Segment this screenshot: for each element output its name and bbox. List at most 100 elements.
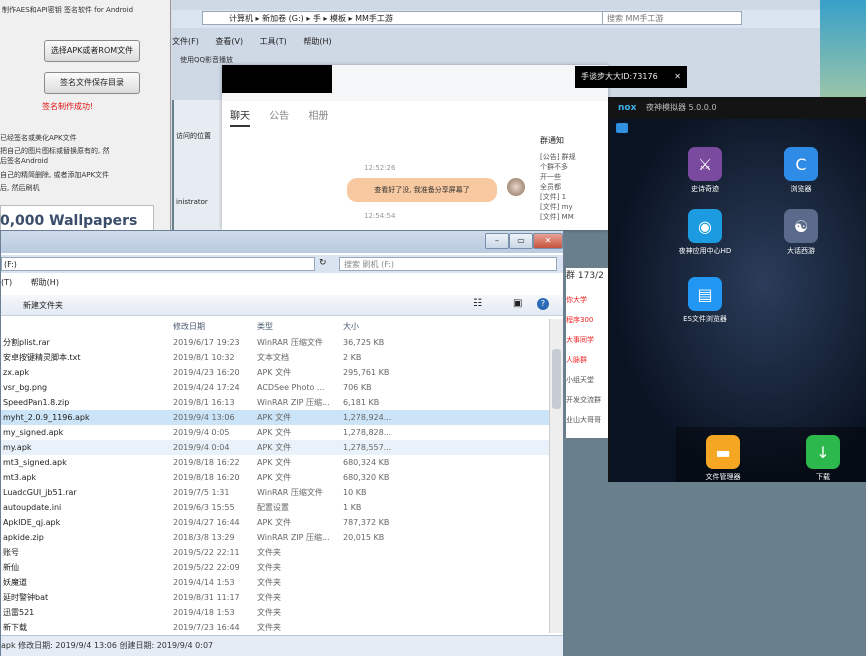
close-icon[interactable]: ✕	[533, 233, 563, 249]
select-apk-button[interactable]: 选择APK或者ROM文件	[44, 40, 140, 62]
tab-chat[interactable]: 聊天	[230, 111, 250, 127]
file-type: APK 文件	[257, 413, 292, 422]
file-name: my_signed.apk	[3, 428, 64, 437]
nav-item[interactable]: inistrator	[176, 198, 208, 206]
app-label: ES文件浏览器	[683, 315, 727, 323]
file-name: ApkIDE_qj.apk	[3, 518, 61, 527]
close-icon[interactable]: ✕	[674, 66, 681, 88]
file-row[interactable]: myht_2.0.9_1196.apk 2019/9/4 13:06 APK 文件 1…	[1, 410, 549, 425]
file-date: 2019/6/3 15:55	[173, 503, 235, 512]
nav-item[interactable]: 访问的位置	[176, 131, 211, 141]
download-icon: ↓	[806, 435, 840, 469]
file-date: 2019/4/23 16:20	[173, 368, 240, 377]
member-item[interactable]: 开发交流群	[566, 395, 608, 405]
menu-help[interactable]: 帮助(H)	[31, 278, 59, 287]
file-row[interactable]: mt3_signed.apk 2019/8/18 16:22 APK 文件 680,3…	[1, 455, 549, 470]
maximize-icon[interactable]: ▭	[509, 233, 533, 249]
file-date: 2019/4/24 17:24	[173, 383, 240, 392]
search-input[interactable]: 搜索 刷机 (F:)	[339, 257, 557, 271]
side-line: [文件] MM	[540, 213, 574, 221]
file-row[interactable]: SpeedPan1.8.zip 2019/8/1 16:13 WinRAR ZIP …	[1, 395, 549, 410]
preview-pane-icon[interactable]: ▣	[513, 298, 522, 309]
file-type: 文件夹	[257, 578, 281, 587]
emulator-title: 夜神模拟器 5.0.0.0	[646, 103, 717, 112]
column-date[interactable]: 修改日期	[173, 321, 205, 332]
new-folder-button[interactable]: 新建文件夹	[23, 300, 63, 311]
file-row[interactable]: autoupdate.ini 2019/6/3 15:55 配置设置 1 KB	[1, 500, 549, 515]
file-row[interactable]: 新下载 2019/7/23 16:44 文件夹	[1, 620, 549, 635]
search-input[interactable]: 搜索 MM手工游	[602, 11, 742, 25]
file-row[interactable]: 账号 2019/5/22 22:11 文件夹	[1, 545, 549, 560]
file-row[interactable]: ApkIDE_qj.apk 2019/4/27 16:44 APK 文件 787,37…	[1, 515, 549, 530]
app-game2[interactable]: ☯ 大话西游	[771, 209, 831, 256]
file-row[interactable]: apkide.zip 2018/3/8 13:29 WinRAR ZIP 压缩...…	[1, 530, 549, 545]
file-date: 2019/6/17 19:23	[173, 338, 240, 347]
menu-tools[interactable]: 工具(T)	[260, 37, 287, 46]
avatar[interactable]	[507, 178, 525, 196]
title-bar: – ▭ ✕	[1, 231, 563, 253]
menu-tools[interactable]: (T)	[1, 278, 12, 287]
app-label: 大话西游	[787, 247, 815, 255]
file-row[interactable]: 分割plist.rar 2019/6/17 19:23 WinRAR 压缩文件 36,…	[1, 335, 549, 350]
file-name: 新下载	[3, 623, 27, 632]
file-row[interactable]: 迅雷521 2019/4/18 1:53 文件夹	[1, 605, 549, 620]
file-row[interactable]: 延时警钟bat 2019/8/31 11:17 文件夹	[1, 590, 549, 605]
file-type: 文本文档	[257, 353, 289, 362]
menu-help[interactable]: 帮助(H)	[303, 37, 331, 46]
file-row[interactable]: my.apk 2019/9/4 0:04 APK 文件 1,278,557...	[1, 440, 549, 455]
dock-download[interactable]: ↓ 下载	[793, 435, 853, 482]
dock: ▬ 文件管理器 ↓ 下载	[676, 427, 866, 482]
column-size[interactable]: 大小	[343, 321, 359, 332]
dock-folder[interactable]: ▬ 文件管理器	[693, 435, 753, 482]
file-name: myht_2.0.9_1196.apk	[3, 413, 90, 422]
member-item[interactable]: 你大学	[566, 295, 608, 305]
tab-album[interactable]: 相册	[308, 111, 328, 122]
file-date: 2019/8/18 16:22	[173, 458, 240, 467]
file-name: vsr_bg.png	[3, 383, 48, 392]
file-row[interactable]: mt3.apk 2019/8/18 16:20 APK 文件 680,320 KB	[1, 470, 549, 485]
file-row[interactable]: 新仙 2019/5/22 22:09 文件夹	[1, 560, 549, 575]
menu-file[interactable]: 文件(F)	[172, 37, 199, 46]
scrollbar[interactable]	[549, 319, 563, 633]
minimize-icon[interactable]: –	[485, 233, 509, 249]
view-icon[interactable]: ☷	[473, 298, 482, 309]
browser-icon: C	[784, 147, 818, 181]
refresh-icon[interactable]: ↻	[319, 258, 327, 268]
member-item[interactable]: 业山大哥哥	[566, 415, 608, 425]
menu-view[interactable]: 查看(V)	[215, 37, 243, 46]
scrollbar-thumb[interactable]	[552, 349, 561, 409]
file-name: 新仙	[3, 563, 19, 572]
app-browser[interactable]: C 浏览器	[771, 147, 831, 194]
app-label: 下载	[816, 473, 830, 481]
signer-title: 制作AES和API密钥 签名软件 for Android	[2, 6, 134, 14]
file-row[interactable]: vsr_bg.png 2019/4/24 17:24 ACDSee Photo ..…	[1, 380, 549, 395]
file-name: autoupdate.ini	[3, 503, 62, 512]
file-type: 文件夹	[257, 593, 281, 602]
save-dir-button[interactable]: 签名文件保存目录	[44, 72, 140, 94]
app-es-file[interactable]: ▤ ES文件浏览器	[675, 277, 735, 324]
file-row[interactable]: 妖魔道 2019/4/14 1:53 文件夹	[1, 575, 549, 590]
app-app-center[interactable]: ◉ 夜神应用中心HD	[675, 209, 735, 256]
column-header: 修改日期 类型 大小	[1, 319, 549, 333]
chat-tabs: 聊天 公告 相册	[230, 107, 344, 127]
file-type: APK 文件	[257, 473, 292, 482]
help-icon[interactable]: ?	[537, 298, 549, 310]
member-item[interactable]: 人脉群	[566, 355, 608, 365]
file-row[interactable]: zx.apk 2019/4/23 16:20 APK 文件 295,761 KB	[1, 365, 549, 380]
file-row[interactable]: my_signed.apk 2019/9/4 0:05 APK 文件 1,278,82…	[1, 425, 549, 440]
tab-notice[interactable]: 公告	[269, 111, 289, 122]
app-game[interactable]: ⚔ 史诗奇迹	[675, 147, 735, 194]
file-row[interactable]: LuadcGUI_jb51.rar 2019/7/5 1:31 WinRAR 压缩文…	[1, 485, 549, 500]
file-row[interactable]: 安卓按键精灵脚本.txt 2019/8/1 10:32 文本文档 2 KB	[1, 350, 549, 365]
member-item[interactable]: 程序300	[566, 315, 608, 325]
path-input[interactable]: (F:)	[1, 257, 315, 271]
member-item[interactable]: 小组天堂	[566, 375, 608, 385]
explorer-window: – ▭ ✕ (F:) ↻ 搜索 刷机 (F:) (T) 帮助(H) 新建文件夹 …	[0, 230, 564, 656]
qq-player-button[interactable]: 使用QQ影音播放	[180, 55, 233, 65]
column-type[interactable]: 类型	[257, 321, 273, 332]
message-time: 12:52:26	[364, 164, 396, 172]
file-date: 2019/7/5 1:31	[173, 488, 230, 497]
member-item[interactable]: 大事同学	[566, 335, 608, 345]
game2-icon: ☯	[784, 209, 818, 243]
file-size: 20,015 KB	[343, 533, 385, 542]
